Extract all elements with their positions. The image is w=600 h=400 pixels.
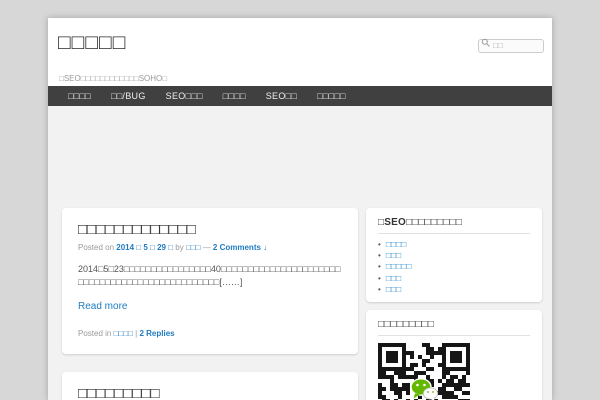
post-replies-link[interactable]: 2 Replies — [139, 329, 174, 338]
qr-code — [378, 343, 470, 400]
post-card: □□□□□□□□□ Posted on 2014 □ 4 □ 1 □ by □□… — [62, 372, 358, 400]
sidebar-widget-qrcode: □□□□□□□□□ — [366, 310, 542, 400]
sidebar-link[interactable]: □□□ — [386, 273, 401, 283]
sidebar-widget-links: □SEO□□□□□□□□□ □□□□ □□□ □□□□□ □□□ □□□ — [366, 208, 542, 302]
post-title[interactable]: □□□□□□□□□□□□□ — [78, 221, 342, 239]
posted-on-label: Posted on — [78, 243, 115, 252]
page-background: □□□□□ □SEO□□□□□□□□□□□□SOHO□ □□□□ □□/BUG … — [0, 0, 600, 400]
by-label: by — [175, 243, 184, 252]
post-excerpt: 2014□5□23□□□□□□□□□□□□□□□□40□□□□□□□□□□□□□… — [78, 264, 341, 287]
sidebar-link[interactable]: □□□□ — [386, 239, 407, 249]
read-more-link[interactable]: Read more — [78, 301, 127, 312]
list-item: □□□□□ — [378, 261, 530, 272]
post-title[interactable]: □□□□□□□□□ — [78, 385, 342, 400]
site-title[interactable]: □□□□□ — [58, 31, 126, 55]
nav-item-6[interactable]: □□□□□ — [307, 86, 356, 106]
post-card: □□□□□□□□□□□□□ Posted on 2014 □ 5 □ 29 □ … — [62, 208, 358, 354]
meta-dash: — — [202, 243, 211, 252]
nav-item-1[interactable]: □□□□ — [58, 86, 101, 106]
list-item: □□□ — [378, 273, 530, 284]
post-author-link[interactable]: □□□ — [186, 243, 201, 252]
content-area: □□□□□□□□□□□□□ Posted on 2014 □ 5 □ 29 □ … — [48, 106, 552, 400]
search-box — [478, 35, 544, 53]
sidebar-link[interactable]: □□□ — [386, 284, 401, 294]
widget-title: □SEO□□□□□□□□□ — [378, 217, 530, 234]
nav-item-3[interactable]: SEO□□□ — [156, 86, 213, 106]
sidebar-link[interactable]: □□□□□ — [386, 261, 412, 271]
list-item: □□□ — [378, 284, 530, 295]
nav-item-2[interactable]: □□/BUG — [101, 86, 156, 106]
list-item: □□□□ — [378, 239, 530, 250]
nav-item-5[interactable]: SEO□□ — [256, 86, 307, 106]
wechat-icon — [409, 377, 439, 400]
widget-link-list: □□□□ □□□ □□□□□ □□□ □□□ — [378, 239, 530, 295]
site-header: □□□□□ □SEO□□□□□□□□□□□□SOHO□ — [48, 18, 552, 86]
post-meta: Posted on 2014 □ 5 □ 29 □ by □□□ — 2 Com… — [78, 243, 342, 252]
list-item: □□□ — [378, 250, 530, 261]
posted-in-label: Posted in — [78, 329, 112, 338]
search-icon — [481, 38, 490, 47]
sidebar-link[interactable]: □□□ — [386, 250, 401, 260]
widget-title: □□□□□□□□□ — [378, 319, 530, 336]
post-comments-link[interactable]: 2 Comments ↓ — [213, 243, 267, 252]
main-nav: □□□□ □□/BUG SEO□□□ □□□□ SEO□□ □□□□□ — [48, 86, 552, 106]
site-tagline: □SEO□□□□□□□□□□□□SOHO□ — [59, 74, 168, 83]
site-page: □□□□□ □SEO□□□□□□□□□□□□SOHO□ □□□□ □□/BUG … — [48, 18, 552, 400]
footer-separator: | — [135, 329, 138, 338]
post-category-link[interactable]: □□□□ — [114, 329, 133, 338]
nav-item-4[interactable]: □□□□ — [213, 86, 256, 106]
post-footer-meta: Posted in □□□□ | 2 Replies — [78, 329, 342, 338]
post-date-link[interactable]: 2014 □ 5 □ 29 □ — [116, 243, 173, 252]
